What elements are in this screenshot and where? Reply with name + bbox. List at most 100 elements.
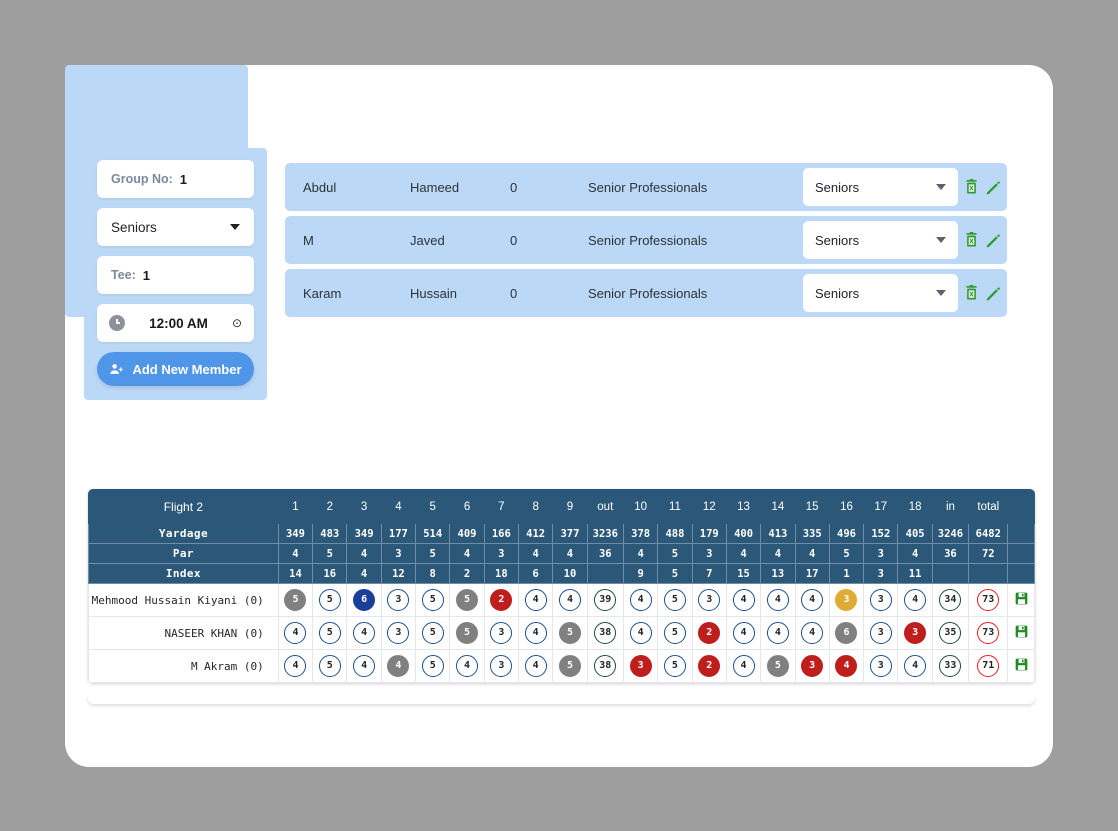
- score-cell[interactable]: 3: [380, 616, 417, 650]
- score-cell[interactable]: 2: [691, 649, 727, 683]
- save-icon[interactable]: [1015, 658, 1028, 671]
- score-cell[interactable]: 5: [657, 616, 693, 650]
- member-group-select[interactable]: Seniors: [803, 168, 958, 206]
- score-pill-par[interactable]: 4: [766, 622, 789, 644]
- score-pill-par[interactable]: 3: [698, 589, 721, 611]
- score-pill-birdie[interactable]: 3: [629, 655, 652, 677]
- score-cell[interactable]: 5: [657, 649, 693, 683]
- score-cell[interactable]: 5: [657, 583, 693, 617]
- score-pill-par[interactable]: 4: [524, 655, 547, 677]
- score-pill-par[interactable]: 4: [558, 589, 581, 611]
- score-pill-par[interactable]: 3: [869, 622, 892, 644]
- save-score-cell[interactable]: [1007, 616, 1035, 650]
- save-score-cell[interactable]: [1007, 583, 1035, 617]
- score-pill-birdie[interactable]: 2: [490, 589, 513, 611]
- score-cell[interactable]: 4: [346, 616, 382, 650]
- delete-icon[interactable]: [964, 232, 979, 248]
- score-cell[interactable]: 38: [586, 649, 624, 683]
- score-cell[interactable]: 4: [517, 616, 554, 650]
- score-pill-par[interactable]: 5: [663, 622, 686, 644]
- member-group-select[interactable]: Seniors: [803, 274, 958, 312]
- score-pill-par[interactable]: 5: [663, 589, 686, 611]
- score-pill-total[interactable]: 73: [977, 622, 1000, 644]
- score-cell[interactable]: 4: [346, 649, 382, 683]
- score-cell[interactable]: 6: [346, 583, 382, 617]
- score-cell[interactable]: 5: [449, 583, 485, 617]
- score-cell[interactable]: 73: [968, 616, 1009, 650]
- score-pill-par[interactable]: 4: [353, 622, 376, 644]
- score-cell[interactable]: 3: [828, 583, 865, 617]
- score-cell[interactable]: 5: [277, 583, 314, 617]
- score-cell[interactable]: 4: [622, 583, 659, 617]
- category-select[interactable]: Seniors: [97, 208, 254, 246]
- member-group-select[interactable]: Seniors: [803, 221, 958, 259]
- group-no-field[interactable]: Group No: 1: [97, 160, 254, 198]
- score-pill-par[interactable]: 4: [284, 622, 307, 644]
- score-cell[interactable]: 4: [794, 616, 830, 650]
- score-cell[interactable]: 4: [380, 649, 417, 683]
- score-pill-bogey[interactable]: 4: [387, 655, 410, 677]
- score-cell[interactable]: 3: [380, 583, 417, 617]
- score-cell[interactable]: 2: [691, 616, 727, 650]
- score-cell[interactable]: 5: [760, 649, 796, 683]
- score-pill-par[interactable]: 3: [490, 622, 513, 644]
- score-cell[interactable]: 4: [760, 616, 796, 650]
- score-cell[interactable]: 38: [586, 616, 624, 650]
- score-pill-par[interactable]: 5: [421, 589, 444, 611]
- score-cell[interactable]: 4: [828, 649, 865, 683]
- save-score-cell[interactable]: [1007, 649, 1035, 683]
- score-pill-par[interactable]: 3: [387, 622, 410, 644]
- save-icon[interactable]: [1015, 625, 1028, 638]
- score-cell[interactable]: 6: [828, 616, 865, 650]
- score-cell[interactable]: 3: [863, 583, 899, 617]
- score-pill-par[interactable]: 5: [421, 622, 444, 644]
- score-cell[interactable]: 35: [931, 616, 970, 650]
- score-pill-birdie[interactable]: 2: [698, 655, 721, 677]
- add-new-member-button[interactable]: Add New Member: [97, 352, 254, 386]
- tee-field[interactable]: Tee: 1: [97, 256, 254, 294]
- score-cell[interactable]: 4: [794, 583, 830, 617]
- score-pill-par[interactable]: 4: [456, 655, 479, 677]
- score-cell[interactable]: 4: [277, 649, 314, 683]
- score-pill-par[interactable]: 4: [801, 589, 824, 611]
- score-cell[interactable]: 4: [725, 649, 762, 683]
- score-cell[interactable]: 39: [586, 583, 624, 617]
- score-cell[interactable]: 4: [622, 616, 659, 650]
- score-pill-par[interactable]: 3: [869, 655, 892, 677]
- score-pill-par[interactable]: 5: [318, 655, 341, 677]
- score-pill-par[interactable]: 4: [284, 655, 307, 677]
- score-pill-par[interactable]: 4: [524, 589, 547, 611]
- score-cell[interactable]: 3: [794, 649, 830, 683]
- score-cell[interactable]: 71: [968, 649, 1009, 683]
- score-pill-par[interactable]: 4: [524, 622, 547, 644]
- score-pill-birdie[interactable]: 3: [904, 622, 927, 644]
- score-pill-subtotal[interactable]: 34: [939, 589, 962, 611]
- score-pill-par[interactable]: 4: [904, 655, 927, 677]
- score-pill-total[interactable]: 73: [977, 589, 1000, 611]
- score-cell[interactable]: 3: [897, 616, 933, 650]
- score-cell[interactable]: 4: [897, 649, 933, 683]
- score-pill-birdie[interactable]: 3: [801, 655, 824, 677]
- score-pill-par[interactable]: 3: [869, 589, 892, 611]
- score-pill-subtotal[interactable]: 38: [594, 655, 617, 677]
- score-pill-par[interactable]: 4: [629, 622, 652, 644]
- score-cell[interactable]: 4: [449, 649, 485, 683]
- score-cell[interactable]: 5: [415, 649, 451, 683]
- score-pill-par[interactable]: 4: [353, 655, 376, 677]
- score-cell[interactable]: 4: [897, 583, 933, 617]
- score-pill-bogey[interactable]: 5: [456, 622, 479, 644]
- score-pill-bogey[interactable]: 5: [456, 589, 479, 611]
- score-pill-par[interactable]: 3: [387, 589, 410, 611]
- edit-icon[interactable]: [985, 285, 1001, 301]
- score-pill-bogey[interactable]: 5: [558, 655, 581, 677]
- score-cell[interactable]: 5: [449, 616, 485, 650]
- score-pill-par[interactable]: 5: [421, 655, 444, 677]
- score-pill-birdie[interactable]: 2: [698, 622, 721, 644]
- score-pill-birdie[interactable]: 4: [835, 655, 858, 677]
- delete-icon[interactable]: [964, 285, 979, 301]
- score-pill-par[interactable]: 5: [318, 589, 341, 611]
- score-pill-par[interactable]: 3: [490, 655, 513, 677]
- score-pill-par[interactable]: 5: [318, 622, 341, 644]
- score-pill-subtotal[interactable]: 33: [939, 655, 962, 677]
- score-pill-bogey[interactable]: 5: [558, 622, 581, 644]
